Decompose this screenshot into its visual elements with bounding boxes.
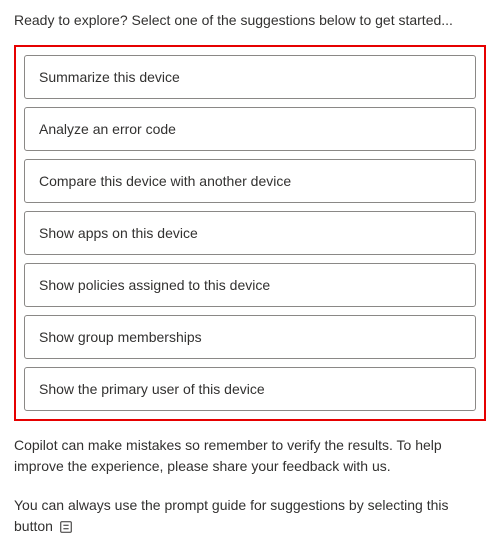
prompt-guide-label: You can always use the prompt guide for … [14, 497, 449, 534]
disclaimer-text: Copilot can make mistakes so remember to… [14, 435, 486, 477]
suggestion-analyze-error-code[interactable]: Analyze an error code [24, 107, 476, 151]
suggestion-show-apps[interactable]: Show apps on this device [24, 211, 476, 255]
suggestion-show-group-memberships[interactable]: Show group memberships [24, 315, 476, 359]
suggestions-container: Summarize this device Analyze an error c… [14, 45, 486, 421]
suggestion-show-primary-user[interactable]: Show the primary user of this device [24, 367, 476, 411]
suggestion-compare-device[interactable]: Compare this device with another device [24, 159, 476, 203]
suggestion-show-policies[interactable]: Show policies assigned to this device [24, 263, 476, 307]
suggestion-summarize-device[interactable]: Summarize this device [24, 55, 476, 99]
prompt-guide-icon [59, 520, 73, 534]
prompt-guide-text: You can always use the prompt guide for … [14, 495, 486, 537]
intro-text: Ready to explore? Select one of the sugg… [14, 10, 486, 31]
